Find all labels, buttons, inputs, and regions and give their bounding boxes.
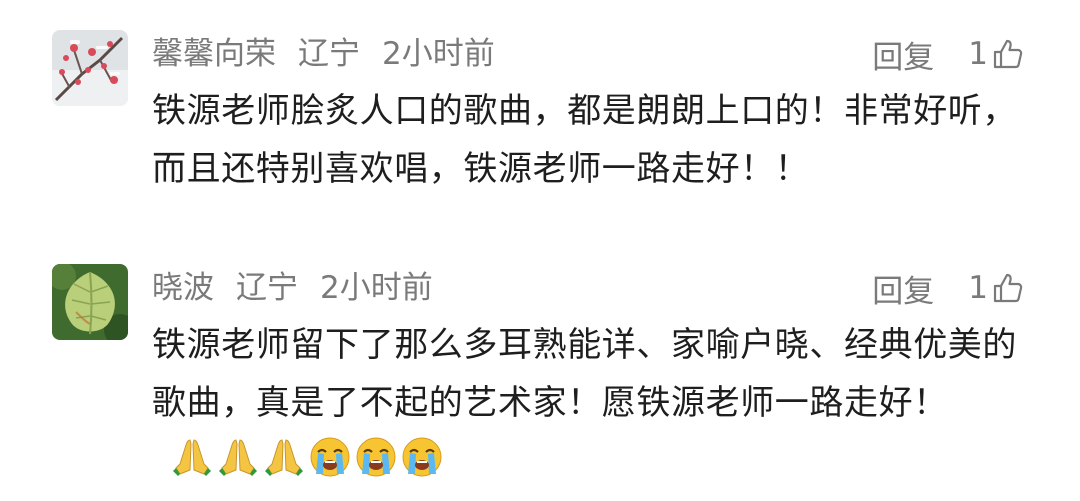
comment-text: 铁源老师留下了那么多耳熟能详、家喻户晓、经典优美的歌曲，真是了不起的艺术家！愿铁… [152,316,1032,490]
like-count: 1 [968,36,988,72]
timestamp: 2小时前 [320,270,433,306]
folded-hands-icon [265,439,303,476]
thumbs-up-icon[interactable] [992,38,1024,70]
plum-blossom-icon [52,30,128,106]
location: 辽宁 [236,270,298,306]
comment-text-body: 铁源老师留下了那么多耳熟能详、家喻户晓、经典优美的歌曲，真是了不起的艺术家！愿铁… [152,325,1017,423]
crying-face-icon [402,437,442,477]
crying-face-icon [356,437,396,477]
comment-actions: 回复 1 [872,264,1024,312]
reply-button[interactable]: 回复 [872,32,934,77]
green-leaf-icon [52,264,128,340]
crying-face-icon [310,437,350,477]
username[interactable]: 晓波 [152,270,214,306]
timestamp: 2小时前 [382,36,495,72]
location: 辽宁 [298,36,360,72]
comment-text: 铁源老师脍炙人口的歌曲，都是朗朗上口的！非常好听，而且还特别喜欢唱，铁源老师一路… [152,91,1017,189]
avatar[interactable] [52,264,128,340]
comment-actions: 回复 1 [872,30,1024,78]
thumbs-up-icon[interactable] [992,272,1024,304]
username[interactable]: 馨馨向荣 [152,36,276,72]
comment-meta: 馨馨向荣 辽宁 2小时前 [152,30,517,78]
reply-button[interactable]: 回复 [872,266,934,311]
like-count: 1 [968,270,988,306]
folded-hands-icon [173,439,211,476]
comment-meta: 晓波 辽宁 2小时前 [152,264,455,312]
folded-hands-icon [219,439,257,476]
emoji-row [170,434,444,478]
avatar[interactable] [52,30,128,106]
